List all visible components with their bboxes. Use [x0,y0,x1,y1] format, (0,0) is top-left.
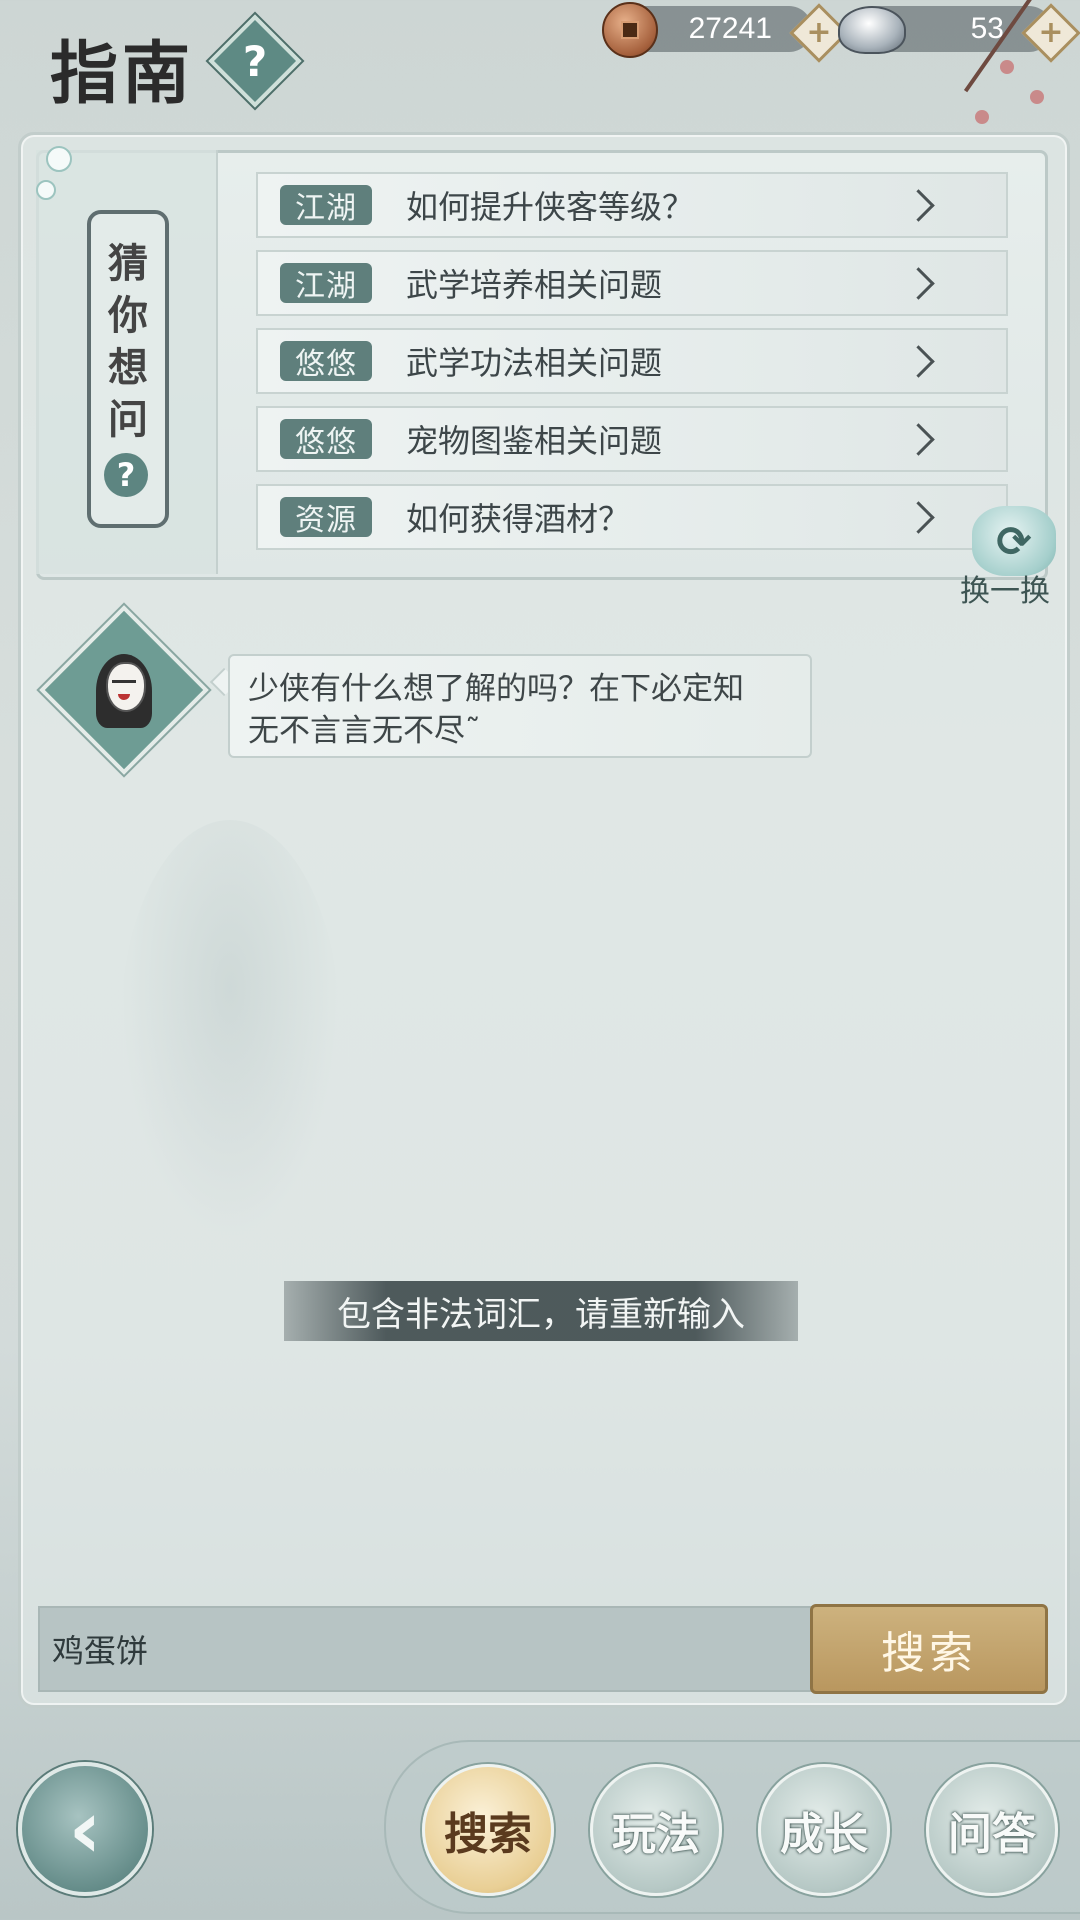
mountain-background [120,820,340,1240]
copper-coin-icon [602,2,658,58]
page-title: 指南 [50,34,195,114]
question-row[interactable]: 江湖 如何提升侠客等级？ [256,172,1008,238]
plum-blossom-icon [975,110,989,124]
chevron-right-icon [902,266,935,300]
question-row[interactable]: 悠悠 宠物图鉴相关问题 [256,406,1008,472]
question-row[interactable]: 资源 如何获得酒材？ [256,484,1008,550]
question-row[interactable]: 悠悠 武学功法相关问题 [256,328,1008,394]
question-tag: 悠悠 [280,341,372,382]
npc-speech-bubble: 少侠有什么想了解的吗？在下必定知 无不言言无不尽˜ [228,654,812,758]
tab-qa[interactable]: 问答 [926,1764,1058,1896]
error-toast: 包含非法词汇，请重新输入 [284,1281,798,1341]
question-tag: 悠悠 [280,419,372,460]
chevron-right-icon [902,500,935,534]
npc-portrait [84,650,164,730]
silver-ingot-icon [838,6,906,54]
question-row[interactable]: 江湖 武学培养相关问题 [256,250,1008,316]
suggested-label: 猜 你 想 问 [108,240,148,443]
back-button[interactable]: ‹ [18,1762,152,1896]
search-button[interactable]: 搜索 [810,1604,1048,1694]
chevron-right-icon [902,422,935,456]
plum-blossom-icon [1000,60,1014,74]
tab-search[interactable]: 搜索 [422,1764,554,1896]
question-text: 武学功法相关问题 [406,344,663,382]
refresh-button-label[interactable]: 换一换 [960,566,1050,610]
question-text: 如何提升侠客等级？ [406,188,695,226]
back-arrow-icon: ‹ [68,1782,102,1876]
tab-growth[interactable]: 成长 [758,1764,890,1896]
flower-icon [46,146,72,172]
chevron-right-icon [902,344,935,378]
tab-gameplay[interactable]: 玩法 [590,1764,722,1896]
question-text: 如何获得酒材？ [406,500,631,538]
help-icon[interactable]: ? [208,14,302,108]
question-tag: 江湖 [280,263,372,304]
question-text: 宠物图鉴相关问题 [406,422,663,460]
question-mark-icon: ? [104,453,148,497]
question-tag: 资源 [280,497,372,538]
question-text: 武学培养相关问题 [406,266,663,304]
search-input[interactable]: 鸡蛋饼 [38,1606,812,1692]
question-tag: 江湖 [280,185,372,226]
plum-blossom-icon [1030,90,1044,104]
chevron-right-icon [902,188,935,222]
flower-icon [36,180,56,200]
